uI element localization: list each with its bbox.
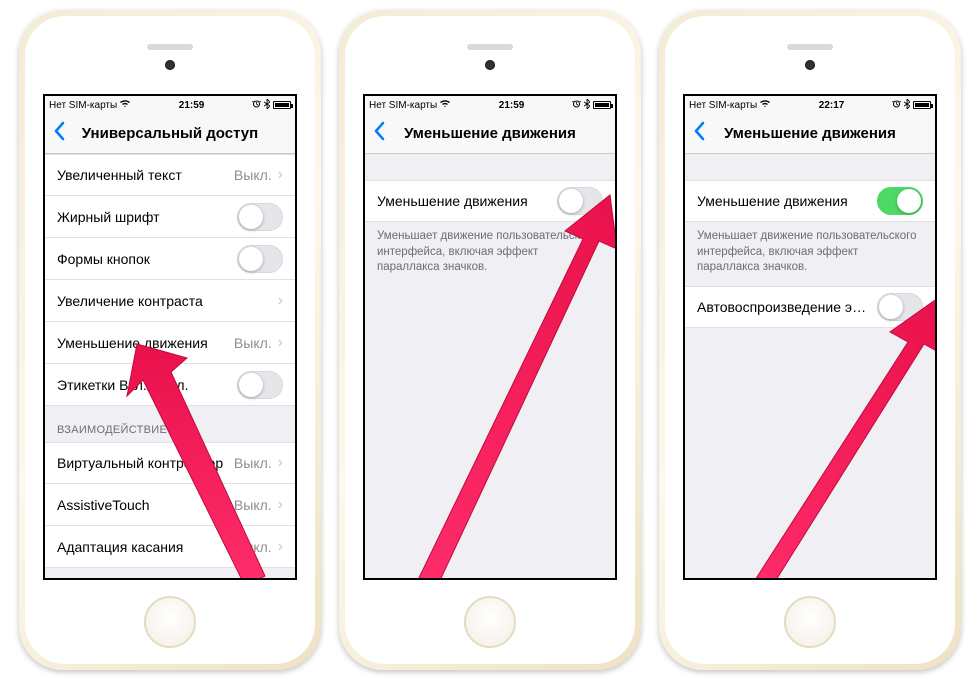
bluetooth-icon bbox=[264, 99, 270, 112]
row-bold-text[interactable]: Жирный шрифт bbox=[45, 196, 295, 238]
alarm-icon bbox=[572, 99, 581, 111]
back-button[interactable] bbox=[45, 121, 73, 147]
chevron-left-icon bbox=[373, 121, 385, 141]
battery-icon bbox=[593, 101, 611, 109]
row-label: Формы кнопок bbox=[57, 251, 237, 267]
row-value: Выкл. bbox=[234, 167, 272, 183]
nav-title: Универсальный доступ bbox=[45, 125, 295, 142]
bluetooth-icon bbox=[584, 99, 590, 112]
alarm-icon bbox=[892, 99, 901, 111]
section-footer: Уменьшает движение пользовательского инт… bbox=[365, 222, 615, 286]
alarm-icon bbox=[252, 99, 261, 111]
row-label: AssistiveTouch bbox=[57, 497, 234, 513]
status-time: 21:59 bbox=[131, 100, 252, 111]
row-button-shapes[interactable]: Формы кнопок bbox=[45, 238, 295, 280]
status-bar: Нет SIM-карты 22:17 bbox=[685, 96, 935, 114]
phone-camera bbox=[485, 60, 495, 70]
phone-frame: Нет SIM-карты 22:17 bbox=[659, 10, 961, 670]
chevron-left-icon bbox=[693, 121, 705, 141]
row-touch-accommodations[interactable]: Адаптация касания Выкл. › bbox=[45, 526, 295, 568]
home-button[interactable] bbox=[144, 596, 196, 648]
carrier-label: Нет SIM-карты bbox=[689, 100, 757, 111]
row-reduce-motion[interactable]: Уменьшение движения Выкл. › bbox=[45, 322, 295, 364]
row-larger-text[interactable]: Увеличенный текст Выкл. › bbox=[45, 154, 295, 196]
row-label: Автовоспроизведение эфф… bbox=[697, 299, 877, 315]
toggle-reduce-motion[interactable] bbox=[557, 187, 603, 215]
phone-frame: Нет SIM-карты 21:59 bbox=[339, 10, 641, 670]
row-value: Выкл. bbox=[234, 539, 272, 555]
row-label: Уменьшение движения bbox=[697, 193, 877, 209]
row-value: Выкл. bbox=[234, 455, 272, 471]
phone-camera bbox=[165, 60, 175, 70]
home-button[interactable] bbox=[784, 596, 836, 648]
screen: Нет SIM-карты 21:59 bbox=[363, 94, 617, 580]
carrier-label: Нет SIM-карты bbox=[49, 100, 117, 111]
nav-bar: Уменьшение движения bbox=[365, 114, 615, 154]
row-label: Увеличенный текст bbox=[57, 167, 234, 183]
back-button[interactable] bbox=[365, 121, 393, 147]
carrier-label: Нет SIM-карты bbox=[369, 100, 437, 111]
wifi-icon bbox=[119, 99, 131, 111]
toggle-bold-text[interactable] bbox=[237, 203, 283, 231]
chevron-right-icon: › bbox=[278, 334, 283, 352]
row-reduce-motion[interactable]: Уменьшение движения bbox=[365, 180, 615, 222]
bluetooth-icon bbox=[904, 99, 910, 112]
status-bar: Нет SIM-карты 21:59 bbox=[45, 96, 295, 114]
screen: Нет SIM-карты 21:59 bbox=[43, 94, 297, 580]
battery-icon bbox=[913, 101, 931, 109]
chevron-left-icon bbox=[53, 121, 65, 141]
phone-camera bbox=[805, 60, 815, 70]
status-time: 21:59 bbox=[451, 100, 572, 111]
chevron-right-icon: › bbox=[278, 166, 283, 184]
phone-speaker bbox=[787, 44, 833, 50]
section-footer: Уменьшает движение пользовательского инт… bbox=[685, 222, 935, 286]
nav-title: Уменьшение движения bbox=[685, 125, 935, 142]
annotation-arrow bbox=[740, 296, 937, 580]
status-time: 22:17 bbox=[771, 100, 892, 111]
chevron-right-icon: › bbox=[278, 292, 283, 310]
section-header-interaction: ВЗАИМОДЕЙСТВИЕ bbox=[45, 406, 295, 442]
row-label: Уменьшение движения bbox=[377, 193, 557, 209]
wifi-icon bbox=[439, 99, 451, 111]
home-button[interactable] bbox=[464, 596, 516, 648]
status-bar: Нет SIM-карты 21:59 bbox=[365, 96, 615, 114]
back-button[interactable] bbox=[685, 121, 713, 147]
battery-icon bbox=[273, 101, 291, 109]
row-label: Жирный шрифт bbox=[57, 209, 237, 225]
screen: Нет SIM-карты 22:17 bbox=[683, 94, 937, 580]
nav-bar: Универсальный доступ bbox=[45, 114, 295, 154]
row-value: Выкл. bbox=[234, 335, 272, 351]
nav-title: Уменьшение движения bbox=[365, 125, 615, 142]
row-label: Увеличение контраста bbox=[57, 293, 278, 309]
row-increase-contrast[interactable]: Увеличение контраста › bbox=[45, 280, 295, 322]
row-reduce-motion[interactable]: Уменьшение движения bbox=[685, 180, 935, 222]
row-label: Адаптация касания bbox=[57, 539, 234, 555]
chevron-right-icon: › bbox=[278, 538, 283, 556]
phone-speaker bbox=[147, 44, 193, 50]
toggle-auto-play-effects[interactable] bbox=[877, 293, 923, 321]
row-label: Виртуальный контроллер bbox=[57, 455, 234, 471]
row-auto-play-effects[interactable]: Автовоспроизведение эфф… bbox=[685, 286, 935, 328]
row-value: Выкл. bbox=[234, 497, 272, 513]
toggle-button-shapes[interactable] bbox=[237, 245, 283, 273]
chevron-right-icon: › bbox=[278, 454, 283, 472]
row-assistive-touch[interactable]: AssistiveTouch Выкл. › bbox=[45, 484, 295, 526]
row-label: Этикетки Вкл./Выкл. bbox=[57, 377, 237, 393]
nav-bar: Уменьшение движения bbox=[685, 114, 935, 154]
phone-speaker bbox=[467, 44, 513, 50]
chevron-right-icon: › bbox=[278, 496, 283, 514]
phone-frame: Нет SIM-карты 21:59 bbox=[19, 10, 321, 670]
toggle-reduce-motion[interactable] bbox=[877, 187, 923, 215]
row-on-off-labels[interactable]: Этикетки Вкл./Выкл. bbox=[45, 364, 295, 406]
toggle-on-off-labels[interactable] bbox=[237, 371, 283, 399]
row-switch-control[interactable]: Виртуальный контроллер Выкл. › bbox=[45, 442, 295, 484]
row-label: Уменьшение движения bbox=[57, 335, 234, 351]
wifi-icon bbox=[759, 99, 771, 111]
